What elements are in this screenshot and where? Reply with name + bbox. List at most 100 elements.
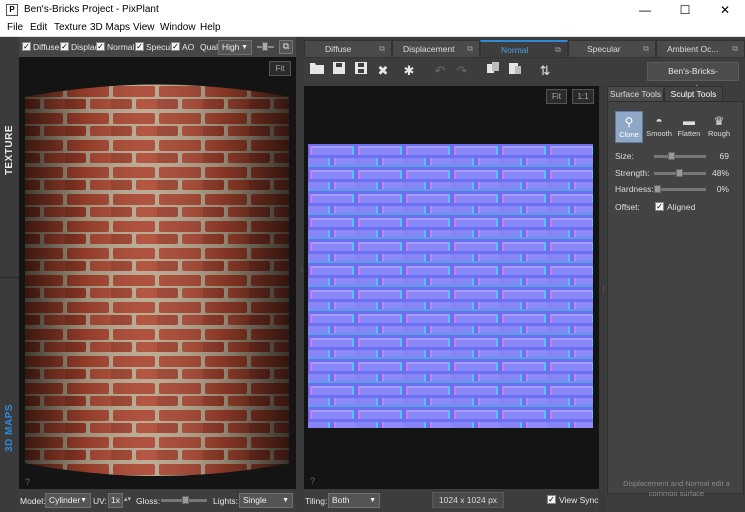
save-as-icon[interactable] bbox=[351, 61, 371, 81]
hardness-value: 0% bbox=[716, 184, 729, 194]
tab-sculpt-tools[interactable]: Sculpt Tools bbox=[664, 86, 723, 102]
lights-select[interactable]: Single ▼ bbox=[239, 493, 293, 508]
image-size-readout: 1024 x 1024 px bbox=[432, 492, 504, 508]
open-icon[interactable] bbox=[307, 61, 327, 81]
tab-diffuse[interactable]: Diffuse ⧉ bbox=[304, 40, 392, 58]
ao-checkbox[interactable]: ✓ bbox=[171, 42, 180, 51]
size-slider[interactable] bbox=[654, 155, 706, 158]
side-tab-strip: TEXTURE 3D MAPS bbox=[0, 37, 20, 512]
tab-surface-tools[interactable]: Surface Tools bbox=[607, 86, 664, 102]
stamp-icon: ⚲ bbox=[624, 115, 634, 129]
uv-spinner-icon[interactable]: ▴▾ bbox=[124, 495, 131, 503]
tab-specular[interactable]: Specular ⧉ bbox=[568, 40, 656, 58]
uv-label: UV: bbox=[93, 496, 107, 506]
save-icon[interactable] bbox=[329, 61, 349, 81]
hardness-slider[interactable] bbox=[654, 188, 706, 191]
minimize-button[interactable]: — bbox=[625, 0, 665, 21]
gear-icon[interactable]: ✱ bbox=[399, 61, 419, 81]
popout-icon[interactable]: ⧉ bbox=[643, 41, 649, 57]
undo-icon[interactable]: ↶ bbox=[430, 61, 450, 81]
map-bottom-bar: Tiling: Both ▼ 1024 x 1024 px ✓ View Sync bbox=[304, 489, 599, 512]
menu-3d-maps[interactable]: 3D Maps bbox=[90, 22, 130, 33]
tool-label: Clone bbox=[619, 130, 639, 139]
menu-view[interactable]: View bbox=[133, 22, 155, 33]
viewport-fit-button[interactable]: Fit bbox=[269, 61, 291, 76]
flatten-tool-button[interactable]: ▬ Flatten bbox=[675, 111, 703, 143]
tiling-select[interactable]: Both ▼ bbox=[328, 493, 380, 508]
map-toolbar: ✖ ✱ ↶ ↷ ⇅ Ben's-Bricks-normal.png bbox=[304, 58, 745, 93]
menu-help[interactable]: Help bbox=[200, 22, 221, 33]
view-fit-button[interactable]: Fit bbox=[546, 89, 567, 104]
quality-select[interactable]: High ▼ bbox=[218, 40, 252, 55]
redo-icon[interactable]: ↷ bbox=[452, 61, 472, 81]
menu-file[interactable]: File bbox=[7, 22, 23, 33]
normal-map-view[interactable]: Fit 1:1 ? bbox=[304, 86, 599, 489]
gloss-slider-thumb[interactable] bbox=[182, 496, 190, 504]
quality-value: High bbox=[222, 42, 240, 52]
map-filename: Ben's-Bricks-normal.png bbox=[647, 62, 739, 93]
quality-slider-thumb[interactable] bbox=[262, 42, 268, 51]
right-splitter[interactable]: ⋮ bbox=[599, 86, 607, 512]
note-line-1: Displacement and Normal edit a bbox=[623, 479, 730, 488]
tab-label: Ambient Oc... bbox=[667, 44, 719, 54]
menu-edit[interactable]: Edit bbox=[30, 22, 47, 33]
diffuse-label: Diffuse bbox=[33, 42, 60, 52]
app-icon: P bbox=[6, 4, 18, 16]
popout-icon[interactable]: ⧉ bbox=[555, 42, 561, 58]
hardness-slider-thumb[interactable] bbox=[654, 185, 661, 193]
popout-icon[interactable]: ⧉ bbox=[379, 41, 385, 57]
strength-value: 48% bbox=[711, 168, 729, 178]
close-window-button[interactable]: ✕ bbox=[705, 0, 745, 21]
3d-viewport[interactable]: Fit ? bbox=[19, 57, 296, 489]
menu-bar: File Edit Texture 3D Maps View Window He… bbox=[0, 21, 745, 37]
popout-icon[interactable]: ⧉ bbox=[732, 41, 738, 57]
side-tab-3d-maps[interactable]: 3D MAPS bbox=[4, 404, 15, 452]
copy-icon[interactable] bbox=[483, 61, 503, 81]
normal-checkbox[interactable]: ✓ bbox=[96, 42, 105, 51]
viewport-bottom-bar: Model: Cylinder ▼ UV: 1x ▴▾ Gloss: Lights… bbox=[19, 489, 296, 512]
menu-window[interactable]: Window bbox=[160, 22, 196, 33]
size-slider-thumb[interactable] bbox=[667, 152, 675, 160]
popout-icon[interactable]: ⧉ bbox=[467, 41, 473, 57]
close-icon[interactable]: ✖ bbox=[373, 61, 393, 81]
view-one-to-one-button[interactable]: 1:1 bbox=[572, 89, 594, 104]
tab-label: Normal bbox=[501, 45, 529, 55]
aligned-checkbox[interactable]: ✓ bbox=[655, 202, 664, 211]
maximize-button[interactable]: ☐ bbox=[665, 0, 705, 21]
tiling-label: Tiling: bbox=[305, 496, 328, 506]
diffuse-checkbox[interactable]: ✓ bbox=[22, 42, 31, 51]
menu-texture[interactable]: Texture bbox=[54, 22, 87, 33]
smooth-tool-button[interactable]: ◓ Smooth bbox=[645, 111, 673, 143]
uv-value: 1x bbox=[111, 495, 120, 505]
detach-icon[interactable]: ⧉ bbox=[279, 40, 293, 54]
quality-label: Qual bbox=[200, 42, 218, 52]
side-tab-divider bbox=[0, 277, 19, 278]
tab-ambient-occlusion[interactable]: Ambient Oc... ⧉ bbox=[656, 40, 745, 58]
displacement-label: Displac bbox=[71, 42, 99, 52]
view-sync-checkbox[interactable]: ✓ bbox=[547, 495, 556, 504]
strength-label: Strength: bbox=[615, 168, 650, 178]
tool-label: Rough bbox=[707, 129, 731, 138]
viewport-help-icon[interactable]: ? bbox=[25, 477, 30, 487]
strength-slider-thumb[interactable] bbox=[675, 169, 683, 177]
displacement-checkbox[interactable]: ✓ bbox=[60, 42, 69, 51]
chevron-down-icon: ▼ bbox=[80, 497, 87, 504]
paste-icon[interactable] bbox=[505, 61, 525, 81]
aligned-label: Aligned bbox=[667, 202, 696, 212]
clone-tool-button[interactable]: ⚲ Clone bbox=[615, 111, 643, 143]
normal-map-texture[interactable] bbox=[308, 144, 593, 428]
tab-normal[interactable]: Normal ⧉ bbox=[480, 40, 568, 58]
rough-tool-button[interactable]: ♛ Rough bbox=[705, 111, 733, 143]
tab-displacement[interactable]: Displacement ⧉ bbox=[392, 40, 480, 58]
side-tab-texture[interactable]: TEXTURE bbox=[4, 125, 15, 175]
title-bar: P Ben's-Bricks Project - PixPlant — ☐ ✕ bbox=[0, 0, 745, 21]
tool-label: Smooth bbox=[646, 129, 672, 138]
uv-input[interactable]: 1x bbox=[108, 493, 123, 508]
model-select[interactable]: Cylinder ▼ bbox=[45, 493, 91, 508]
brick-cylinder-render[interactable] bbox=[19, 57, 296, 489]
hardness-label: Hardness: bbox=[615, 184, 654, 194]
swap-icon[interactable]: ⇅ bbox=[535, 61, 555, 81]
specular-checkbox[interactable]: ✓ bbox=[135, 42, 144, 51]
panel-splitter[interactable]: ⋮ bbox=[296, 37, 305, 512]
view-help-icon[interactable]: ? bbox=[310, 476, 315, 486]
